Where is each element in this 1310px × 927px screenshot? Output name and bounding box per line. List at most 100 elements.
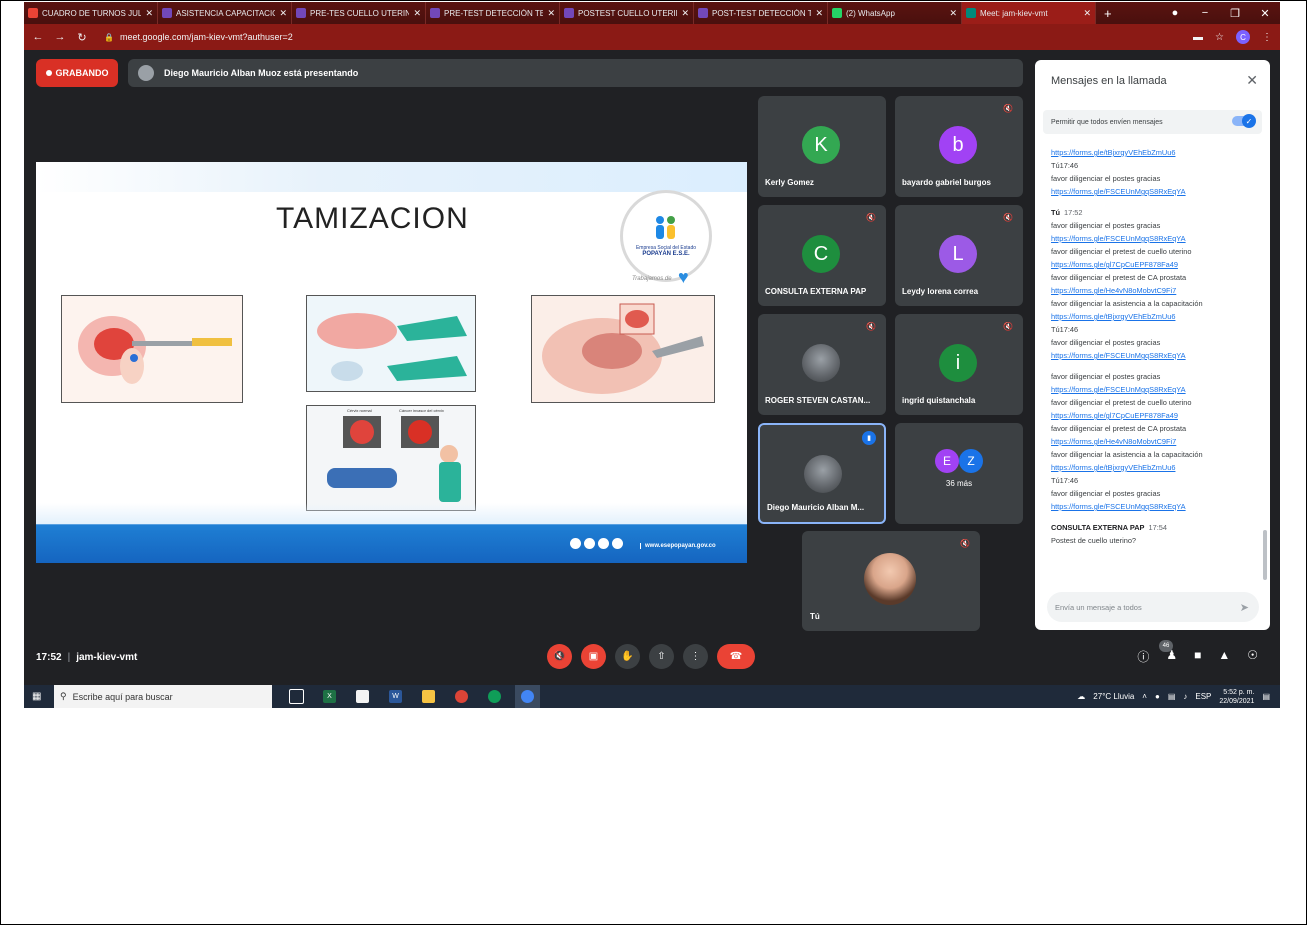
browser-tab[interactable]: (2) WhatsApp ✕	[828, 2, 962, 24]
url-text: meet.google.com/jam-kiev-vmt?authuser=2	[119, 32, 293, 42]
mic-off-button[interactable]: 🔇	[547, 644, 572, 669]
task-view-icon[interactable]	[284, 685, 309, 708]
chat-input[interactable]: Envía un mensaje a todos ➤	[1047, 592, 1259, 622]
windows-start-icon[interactable]: ▦	[32, 691, 48, 702]
close-tab-icon[interactable]: ✕	[949, 8, 957, 19]
info-icon[interactable]: ⓘ	[1137, 648, 1149, 665]
tray-chevron-icon[interactable]: ˄	[1142, 692, 1147, 701]
close-tab-icon[interactable]: ✕	[145, 8, 153, 19]
more-participants-tile[interactable]: E Z 36 más	[895, 423, 1023, 524]
message-link[interactable]: https://forms.gle/FSCEUnMgqS8RxEqYA	[1051, 500, 1259, 513]
screenshot: CUADRO DE TURNOS JULI ✕ ASISTENCIA CAPACIT…	[24, 2, 1280, 708]
meet-icon	[966, 8, 976, 18]
muted-mic-icon: 🔇	[866, 213, 876, 222]
browser-tab[interactable]: POST-TEST DETECCIÓN TE ✕	[694, 2, 828, 24]
more-options-button[interactable]: ⋮	[683, 644, 708, 669]
participant-tile[interactable]: 🔇 L Leydy lorena correa	[895, 205, 1023, 306]
self-tile[interactable]: 🔇 Tú	[802, 531, 980, 631]
participant-tile[interactable]: 🔇 b bayardo gabriel burgos	[895, 96, 1023, 197]
participant-name: ingrid quistanchala	[902, 396, 976, 405]
restore-icon[interactable]: ❐	[1220, 7, 1250, 20]
twitter-icon	[598, 538, 609, 549]
speaking-indicator-icon: ▮	[862, 431, 876, 445]
message-link[interactable]: https://forms.gle/He4vN8oMobvtC9Fi7	[1051, 435, 1259, 448]
message-link[interactable]: https://forms.gle/FSCEUnMgqS8RxEqYA	[1051, 232, 1259, 245]
chrome-icon[interactable]	[449, 685, 474, 708]
close-tab-icon[interactable]: ✕	[279, 8, 287, 19]
network-icon[interactable]: ▤	[1168, 692, 1176, 701]
bookmark-star-icon[interactable]: ☆	[1215, 32, 1224, 43]
message-text: favor diligenciar la asistencia a la cap…	[1051, 297, 1259, 310]
allow-messages-toggle[interactable]: ✓	[1232, 114, 1256, 128]
profile-avatar[interactable]: C	[1236, 30, 1250, 44]
chrome-active-icon[interactable]	[515, 685, 540, 708]
volume-icon[interactable]: ♪	[1183, 692, 1187, 701]
illustration-colposcopy: Cérvix normal Cáncer invasor del cérvix	[306, 405, 476, 511]
store-icon[interactable]	[350, 685, 375, 708]
browser-tab[interactable]: POSTEST CUELLO UTERINO ✕	[560, 2, 694, 24]
close-tab-icon[interactable]: ✕	[547, 8, 555, 19]
recording-indicator[interactable]: GRABANDO	[36, 59, 118, 87]
host-controls-icon[interactable]: ☉	[1247, 648, 1258, 665]
message-link[interactable]: https://forms.gle/gl7CpCuEPF878Fa49	[1051, 409, 1259, 422]
new-tab-icon[interactable]: +	[1104, 6, 1112, 21]
message-link[interactable]: https://forms.gle/tBjxrgyVEhEbZmUu6	[1051, 461, 1259, 474]
close-tab-icon[interactable]: ✕	[681, 8, 689, 19]
close-tab-icon[interactable]: ✕	[815, 8, 823, 19]
url-field[interactable]: 🔒 meet.google.com/jam-kiev-vmt?authuser=2	[104, 32, 293, 42]
message-link[interactable]: https://forms.gle/FSCEUnMgqS8RxEqYA	[1051, 185, 1259, 198]
browser-tab[interactable]: CUADRO DE TURNOS JULI ✕	[24, 2, 158, 24]
message-link[interactable]: https://forms.gle/tBjxrgyVEhEbZmUu6	[1051, 146, 1259, 159]
message-link[interactable]: https://forms.gle/tBjxrgyVEhEbZmUu6	[1051, 310, 1259, 323]
reload-icon[interactable]: ↻	[74, 31, 90, 44]
message-link[interactable]: https://forms.gle/gl7CpCuEPF878Fa49	[1051, 258, 1259, 271]
browser-tab[interactable]: PRE-TES CUELLO UTERINO ✕	[292, 2, 426, 24]
word-icon[interactable]: W	[383, 685, 408, 708]
browser-menu-icon[interactable]: ⋮	[1262, 32, 1272, 43]
tab-search-icon[interactable]: ●	[1160, 7, 1190, 19]
browser-tab[interactable]: Meet: jam-kiev-vmt ✕	[962, 2, 1096, 24]
message-link[interactable]: https://forms.gle/He4vN8oMobvtC9Fi7	[1051, 284, 1259, 297]
social-icons	[570, 538, 623, 549]
participant-tile[interactable]: 🔇 i ingrid quistanchala	[895, 314, 1023, 415]
message-link[interactable]: https://forms.gle/FSCEUnMgqS8RxEqYA	[1051, 349, 1259, 362]
close-window-icon[interactable]: ✕	[1250, 7, 1280, 20]
language-indicator[interactable]: ESP	[1195, 692, 1211, 701]
close-tab-icon[interactable]: ✕	[1083, 8, 1091, 19]
excel-icon[interactable]: X	[317, 685, 342, 708]
close-icon[interactable]: ✕	[1246, 72, 1258, 89]
participant-tile[interactable]: ▮ Diego Mauricio Alban M...	[758, 423, 886, 524]
caption-invasive-cancer: Cáncer invasor del cérvix	[399, 408, 444, 413]
forms-icon	[162, 8, 172, 18]
self-name: Tú	[810, 612, 820, 621]
hang-up-button[interactable]: ☎	[717, 644, 755, 669]
chat-scrollbar[interactable]	[1263, 530, 1267, 580]
present-button[interactable]: ⇧	[649, 644, 674, 669]
participant-tile[interactable]: 🔇 C CONSULTA EXTERNA PAP	[758, 205, 886, 306]
browser-tab[interactable]: ASISTENCIA CAPACITACIO ✕	[158, 2, 292, 24]
forward-icon[interactable]: →	[52, 31, 68, 43]
minimize-icon[interactable]: −	[1190, 7, 1220, 19]
camera-off-button[interactable]: ▣	[581, 644, 606, 669]
chat-icon[interactable]: ■	[1194, 648, 1201, 665]
raise-hand-button[interactable]: ✋	[615, 644, 640, 669]
chrome-profile-icon[interactable]	[482, 685, 507, 708]
notifications-icon[interactable]: ▤	[1262, 692, 1270, 701]
weather-text[interactable]: 27°C Lluvia	[1093, 692, 1134, 701]
clock-date: 22/09/2021	[1219, 697, 1255, 705]
back-icon[interactable]: ←	[30, 31, 46, 43]
send-icon[interactable]: ➤	[1240, 601, 1249, 614]
tab-title: PRE-TEST DETECCIÓN TEM	[444, 8, 544, 18]
microphone-tray-icon[interactable]: ●	[1155, 692, 1160, 701]
file-explorer-icon[interactable]	[416, 685, 441, 708]
message-link[interactable]: https://forms.gle/FSCEUnMgqS8RxEqYA	[1051, 383, 1259, 396]
close-tab-icon[interactable]: ✕	[413, 8, 421, 19]
clock[interactable]: 5:52 p. m. 22/09/2021	[1219, 688, 1254, 706]
message-content: https://forms.gle/He4vN8oMobvtC9Fi7	[1051, 286, 1177, 295]
participant-tile[interactable]: K Kerly Gomez	[758, 96, 886, 197]
participant-tile[interactable]: 🔇 ROGER STEVEN CASTAN...	[758, 314, 886, 415]
browser-tab[interactable]: PRE-TEST DETECCIÓN TEM ✕	[426, 2, 560, 24]
camera-indicator-icon[interactable]: ▬	[1193, 32, 1203, 43]
activities-icon[interactable]: ▲	[1218, 648, 1230, 665]
taskbar-search[interactable]: ⚲ Escribe aquí para buscar	[54, 685, 272, 708]
